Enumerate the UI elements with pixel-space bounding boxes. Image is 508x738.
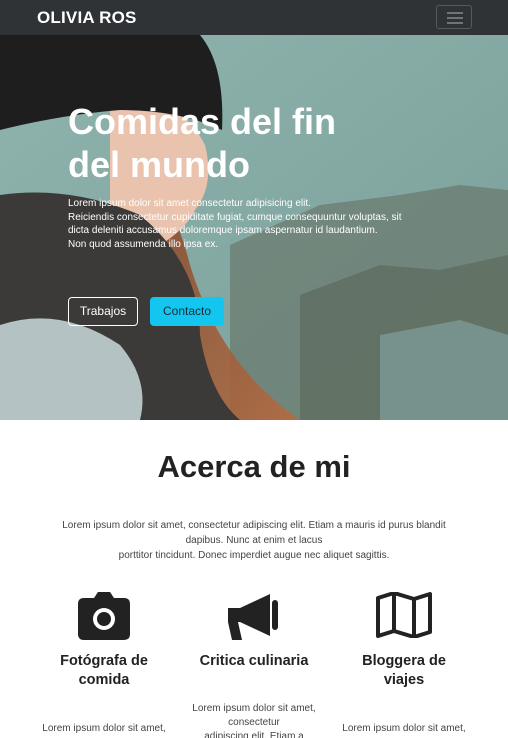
megaphone-icon (228, 594, 278, 640)
hero-section: Comidas del fin del mundo Lorem ipsum do… (0, 35, 508, 420)
feature-description: Lorem ipsum dolor sit amet, (330, 722, 478, 736)
about-description: Lorem ipsum dolor sit amet, consectetur … (50, 518, 458, 563)
hero-description-line: Reiciendis consectetur cupiditate fugiat… (68, 211, 402, 223)
hero-description-line: dicta deleniti accusamus doloremque ipsa… (68, 225, 378, 236)
brand-logo[interactable]: OLIVIA ROS (37, 8, 137, 28)
map-icon (376, 592, 432, 638)
hero-description-line: Non quod assumenda illo ipsa ex. (68, 238, 219, 250)
about-description-line: dapibus. Nunc at enim et lacus (185, 535, 323, 546)
camera-icon (78, 592, 130, 640)
feature-description: Lorem ipsum dolor sit amet, (30, 722, 178, 736)
about-description-line: porttitor tincidunt. Donec imperdiet aug… (118, 550, 390, 561)
feature-description-line: Lorem ipsum dolor sit amet, (192, 703, 316, 714)
contacto-button[interactable]: Contacto (150, 297, 224, 326)
about-title: Acerca de mi (157, 449, 351, 484)
feature-title-line: Critica culinaria (199, 653, 309, 669)
hero-title: Comidas del fin del mundo (68, 101, 337, 185)
hero-description-line: Lorem ipsum dolor sit amet consectetur a… (68, 198, 311, 209)
about-description-line: Lorem ipsum dolor sit amet, consectetur … (62, 520, 446, 531)
feature-description-line: Lorem ipsum dolor sit amet, (342, 723, 466, 734)
feature-title-line: viajes (383, 672, 425, 688)
navbar: OLIVIA ROS (0, 0, 508, 35)
feature-food-photographer: Fotógrafa de comida Lorem ipsum dolor si… (30, 592, 178, 736)
feature-description-line: consectetur (228, 717, 280, 728)
hero-description: Lorem ipsum dolor sit amet consectetur a… (68, 197, 438, 251)
feature-title-line: comida (78, 672, 130, 688)
menu-bar (447, 22, 463, 24)
menu-bar (447, 17, 463, 19)
feature-food-critic: Critica culinaria Lorem ipsum dolor sit … (180, 592, 328, 738)
hamburger-menu-icon[interactable] (436, 5, 472, 29)
feature-title: Fotógrafa de comida (30, 652, 178, 690)
feature-title-line: Bloggera de (362, 653, 446, 669)
feature-description: Lorem ipsum dolor sit amet, consectetur … (180, 702, 328, 738)
feature-title-line: Fotógrafa de (60, 653, 148, 669)
feature-description-line: adipiscing elit. Etiam a (204, 731, 304, 738)
trabajos-button[interactable]: Trabajos (68, 297, 138, 326)
feature-description-line: Lorem ipsum dolor sit amet, (42, 723, 166, 734)
feature-title: Critica culinaria (180, 652, 328, 671)
feature-title: Bloggera de viajes (330, 652, 478, 690)
menu-bar (447, 12, 463, 14)
feature-travel-blogger: Bloggera de viajes Lorem ipsum dolor sit… (330, 592, 478, 736)
